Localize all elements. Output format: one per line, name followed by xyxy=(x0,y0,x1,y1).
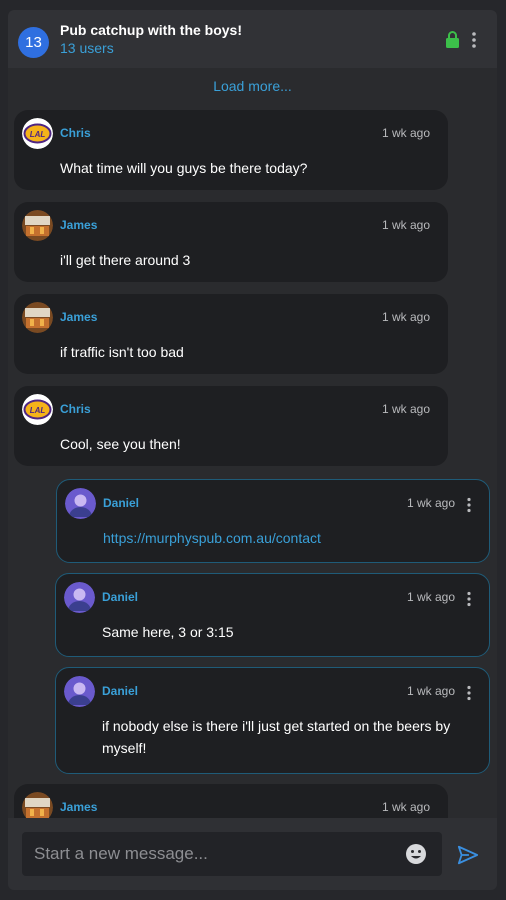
more-vert-icon[interactable] xyxy=(470,31,478,49)
message-text: Cool, see you then! xyxy=(60,436,181,452)
pub-photo-icon xyxy=(22,210,53,241)
message-timestamp: 1 wk ago xyxy=(407,496,456,510)
pub-photo-icon xyxy=(22,302,53,333)
avatar[interactable] xyxy=(22,210,53,241)
avatar[interactable]: LAL xyxy=(22,118,53,149)
message-timestamp: 1 wk ago xyxy=(407,684,456,698)
message-composer xyxy=(8,818,497,890)
message-text: i'll get there around 3 xyxy=(60,252,191,268)
more-vert-icon[interactable] xyxy=(466,497,472,513)
lakers-logo-icon: LAL xyxy=(22,394,53,425)
message-author[interactable]: James xyxy=(60,218,97,232)
message-timestamp: 1 wk ago xyxy=(382,126,431,140)
message-text-line: myself! xyxy=(102,740,147,756)
daniel-photo-icon xyxy=(64,676,95,707)
message-author[interactable]: James xyxy=(60,800,97,814)
chat-title: Pub catchup with the boys! xyxy=(60,22,243,38)
more-vert-icon[interactable] xyxy=(466,685,472,701)
chat-user-count[interactable]: 13 users xyxy=(60,40,114,56)
message-author[interactable]: Daniel xyxy=(103,496,139,510)
own-message-bubble: Daniel 1 wk ago Same here, 3 or 3:15 xyxy=(55,573,490,657)
message-bubble: James 1 wk ago i'll get there around 3 xyxy=(14,202,448,282)
avatar[interactable] xyxy=(64,582,95,613)
message-timestamp: 1 wk ago xyxy=(382,218,431,232)
message-timestamp: 1 wk ago xyxy=(382,402,431,416)
message-bubble: LAL Chris 1 wk ago Cool, see you then! xyxy=(14,386,448,466)
own-message-bubble: Daniel 1 wk ago https://murphyspub.com.a… xyxy=(56,479,490,563)
user-count-badge[interactable]: 13 xyxy=(18,27,49,58)
message-text-line: if nobody else is there i'll just get st… xyxy=(102,718,451,734)
message-timestamp: 1 wk ago xyxy=(382,800,431,814)
message-author[interactable]: Chris xyxy=(60,402,91,416)
message-timestamp: 1 wk ago xyxy=(407,590,456,604)
message-text: Same here, 3 or 3:15 xyxy=(102,624,234,640)
svg-text:LAL: LAL xyxy=(30,130,46,139)
daniel-photo-icon xyxy=(64,582,95,613)
message-author[interactable]: Daniel xyxy=(102,684,138,698)
message-author[interactable]: Daniel xyxy=(102,590,138,604)
own-message-bubble: Daniel 1 wk ago if nobody else is there … xyxy=(55,667,490,774)
message-author[interactable]: Chris xyxy=(60,126,91,140)
avatar[interactable]: LAL xyxy=(22,394,53,425)
send-icon[interactable] xyxy=(457,844,479,866)
avatar[interactable] xyxy=(22,302,53,333)
message-input-box xyxy=(22,832,442,876)
more-vert-icon[interactable] xyxy=(466,591,472,607)
message-author[interactable]: James xyxy=(60,310,97,324)
svg-text:LAL: LAL xyxy=(30,406,46,415)
avatar[interactable] xyxy=(65,488,96,519)
message-bubble: LAL Chris 1 wk ago What time will you gu… xyxy=(14,110,448,190)
message-timestamp: 1 wk ago xyxy=(382,310,431,324)
message-bubble: James 1 wk ago if traffic isn't too bad xyxy=(14,294,448,374)
lock-icon[interactable] xyxy=(445,31,460,49)
message-text: What time will you guys be there today? xyxy=(60,160,308,176)
emoji-icon[interactable] xyxy=(405,843,427,865)
avatar[interactable] xyxy=(64,676,95,707)
lakers-logo-icon: LAL xyxy=(22,118,53,149)
chat-window: 13 Pub catchup with the boys! 13 users L… xyxy=(8,10,497,890)
load-more-link[interactable]: Load more... xyxy=(8,78,497,94)
message-input[interactable] xyxy=(34,832,394,876)
message-text: if traffic isn't too bad xyxy=(60,344,184,360)
message-link[interactable]: https://murphyspub.com.au/contact xyxy=(103,527,321,549)
chat-header: 13 Pub catchup with the boys! 13 users xyxy=(8,10,497,68)
daniel-photo-icon xyxy=(65,488,96,519)
message-text: if nobody else is there i'll just get st… xyxy=(102,715,450,759)
